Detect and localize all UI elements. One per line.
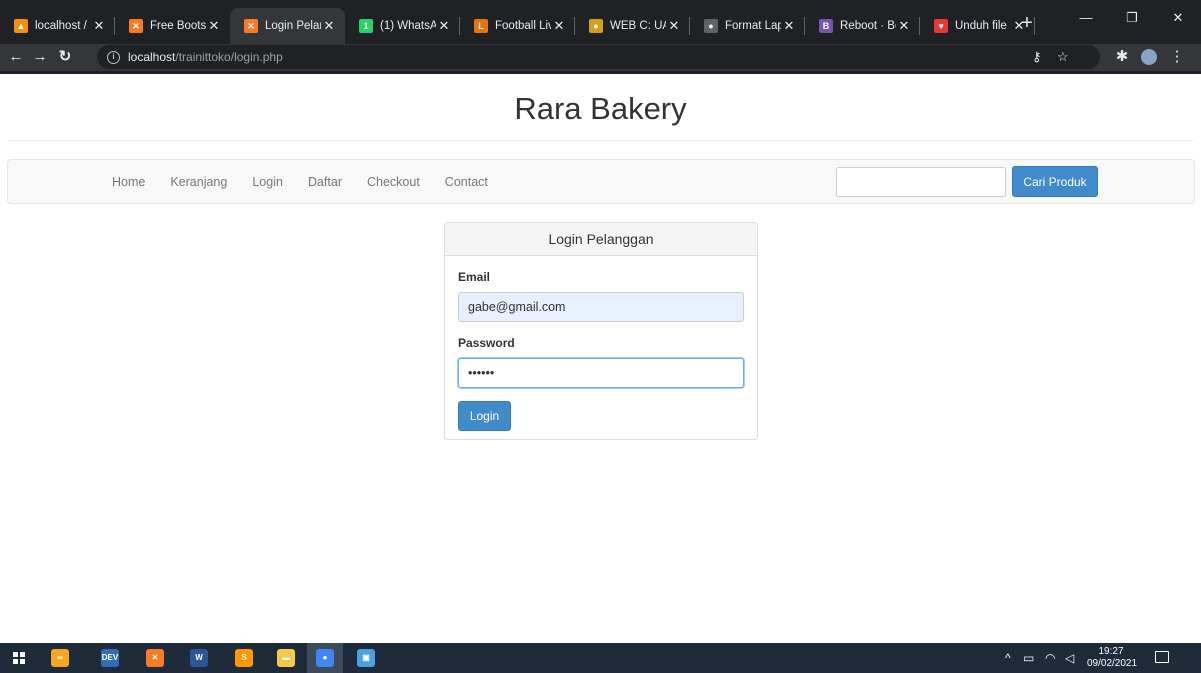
tab-title: Reboot · Bo: [840, 20, 896, 32]
dev-cpp-icon[interactable]: DEV: [101, 649, 119, 667]
close-tab-icon[interactable]: ✕: [321, 18, 337, 34]
close-tab-icon[interactable]: ✕: [91, 18, 107, 34]
taskbar-clock[interactable]: 19:27 09/02/2021: [1087, 646, 1138, 670]
login-panel: Login Pelanggan Email Password Login: [444, 222, 758, 440]
close-tab-icon[interactable]: ✕: [666, 18, 682, 34]
search-button[interactable]: Cari Produk: [1012, 166, 1098, 197]
volume-icon[interactable]: ◁: [1065, 651, 1074, 665]
restore-button[interactable]: ❐: [1109, 4, 1155, 32]
login-panel-heading: Login Pelanggan: [445, 223, 757, 256]
nav-link-contact[interactable]: Contact: [445, 175, 488, 189]
tab-title: Login Pelan: [265, 20, 321, 32]
nav-link-checkout[interactable]: Checkout: [367, 175, 420, 189]
nav-link-daftar[interactable]: Daftar: [308, 175, 342, 189]
back-button[interactable]: ←: [4, 45, 28, 69]
close-tab-icon[interactable]: ✕: [781, 18, 797, 34]
new-tab-button[interactable]: +: [1013, 10, 1041, 38]
bootstrap-icon: B: [819, 19, 833, 33]
browser-tab[interactable]: ✕ Free Bootst ✕: [115, 8, 230, 44]
web-icon: ●: [589, 19, 603, 33]
browser-tab[interactable]: ✕ Login Pelan ✕: [230, 8, 345, 44]
xampp-control-icon[interactable]: ∞: [51, 649, 69, 667]
tab-title: WEB C: UAS: [610, 20, 666, 32]
windows-taskbar: ∞ DEV ✕ W S ▬ ● ▣ ^ ▭ ◠ ◁ 19:27 09/02/2021: [0, 643, 1201, 673]
xampp-icon: ✕: [244, 19, 258, 33]
toolbar-divider: [0, 71, 1201, 74]
email-label: Email: [458, 270, 491, 284]
reload-button[interactable]: ↻: [53, 45, 77, 69]
browser-tab[interactable]: ● Format Lap ✕: [690, 8, 805, 44]
search-input[interactable]: [836, 167, 1006, 197]
password-label: Password: [458, 336, 515, 350]
clock-date: 09/02/2021: [1087, 658, 1138, 669]
address-bar[interactable]: i localhost/trainittoko/login.php ⚷ ☆: [97, 45, 1100, 69]
windows-start-icon[interactable]: [13, 652, 25, 664]
login-button[interactable]: Login: [458, 401, 511, 431]
tab-title: localhost /: [35, 20, 87, 32]
chrome-icon[interactable]: ●: [316, 649, 334, 667]
nav-link-keranjang[interactable]: Keranjang: [170, 175, 227, 189]
password-field[interactable]: [458, 358, 744, 388]
url-host: localhost: [128, 50, 176, 64]
tab-title: Football Liv: [495, 20, 551, 32]
football-icon: L: [474, 19, 488, 33]
site-title: Rara Bakery: [514, 91, 687, 126]
profile-avatar-icon[interactable]: [1137, 45, 1161, 69]
forward-button[interactable]: →: [28, 45, 52, 69]
app-icon[interactable]: ▣: [357, 649, 375, 667]
browser-toolbar: ← → ↻ i localhost/trainittoko/login.php …: [0, 44, 1201, 71]
tab-title: Format Lap: [725, 20, 781, 32]
nav-link-home[interactable]: Home: [112, 175, 145, 189]
browser-tab[interactable]: L Football Liv ✕: [460, 8, 575, 44]
close-tab-icon[interactable]: ✕: [206, 18, 222, 34]
menu-icon[interactable]: ⋮: [1165, 45, 1189, 69]
tab-title: Unduh file |: [955, 20, 1011, 32]
phpmyadmin-icon: ▲: [14, 19, 28, 33]
globe-icon: ●: [704, 19, 718, 33]
tab-title: (1) WhatsA: [380, 20, 436, 32]
chevron-up-icon[interactable]: ^: [1005, 651, 1011, 665]
email-field[interactable]: [458, 292, 744, 322]
xampp-taskbar-icon[interactable]: ✕: [146, 649, 164, 667]
browser-tab[interactable]: ● WEB C: UAS✕: [575, 8, 690, 44]
nav-link-login[interactable]: Login: [252, 175, 283, 189]
close-tab-icon[interactable]: ✕: [551, 18, 567, 34]
wifi-icon[interactable]: ◠: [1045, 651, 1055, 665]
sublime-icon[interactable]: S: [235, 649, 253, 667]
xampp-icon: ✕: [129, 19, 143, 33]
header-divider: [7, 140, 1194, 141]
heart-icon: ♥: [934, 19, 948, 33]
star-icon[interactable]: ☆: [1057, 49, 1069, 65]
browser-tab[interactable]: ▲ localhost / ✕: [0, 8, 115, 44]
tab-list: ▲ localhost / ✕ ✕ Free Bootst ✕ ✕ Login Pelan ✕ 1…: [0, 8, 1035, 44]
main-navbar: Home Keranjang Login Daftar Checkout Con…: [7, 159, 1195, 204]
close-tab-icon[interactable]: ✕: [436, 18, 452, 34]
site-info-icon[interactable]: i: [107, 50, 120, 64]
whatsapp-icon: 1: [359, 19, 373, 33]
close-window-button[interactable]: ✕: [1155, 4, 1201, 32]
network-icon[interactable]: ▭: [1023, 651, 1034, 665]
tab-title: Free Bootst: [150, 20, 206, 32]
browser-tab[interactable]: B Reboot · Bo ✕: [805, 8, 920, 44]
browser-tab[interactable]: 1 (1) WhatsA ✕: [345, 8, 460, 44]
file-explorer-icon[interactable]: ▬: [277, 649, 295, 667]
close-tab-icon[interactable]: ✕: [896, 18, 912, 34]
clock-time: 19:27: [1098, 646, 1124, 657]
url-path: /trainittoko/login.php: [175, 50, 283, 64]
login-form: Email Password Login: [445, 256, 757, 445]
notification-icon[interactable]: [1155, 651, 1169, 663]
minimize-button[interactable]: —: [1063, 4, 1109, 32]
nav-links: Home Keranjang Login Daftar Checkout Con…: [112, 160, 513, 203]
word-icon[interactable]: W: [190, 649, 208, 667]
browser-tab-strip: ▲ localhost / ✕ ✕ Free Bootst ✕ ✕ Login Pelan ✕ 1…: [0, 0, 1201, 44]
key-icon[interactable]: ⚷: [1032, 49, 1042, 65]
extensions-icon[interactable]: ✱: [1110, 45, 1134, 69]
